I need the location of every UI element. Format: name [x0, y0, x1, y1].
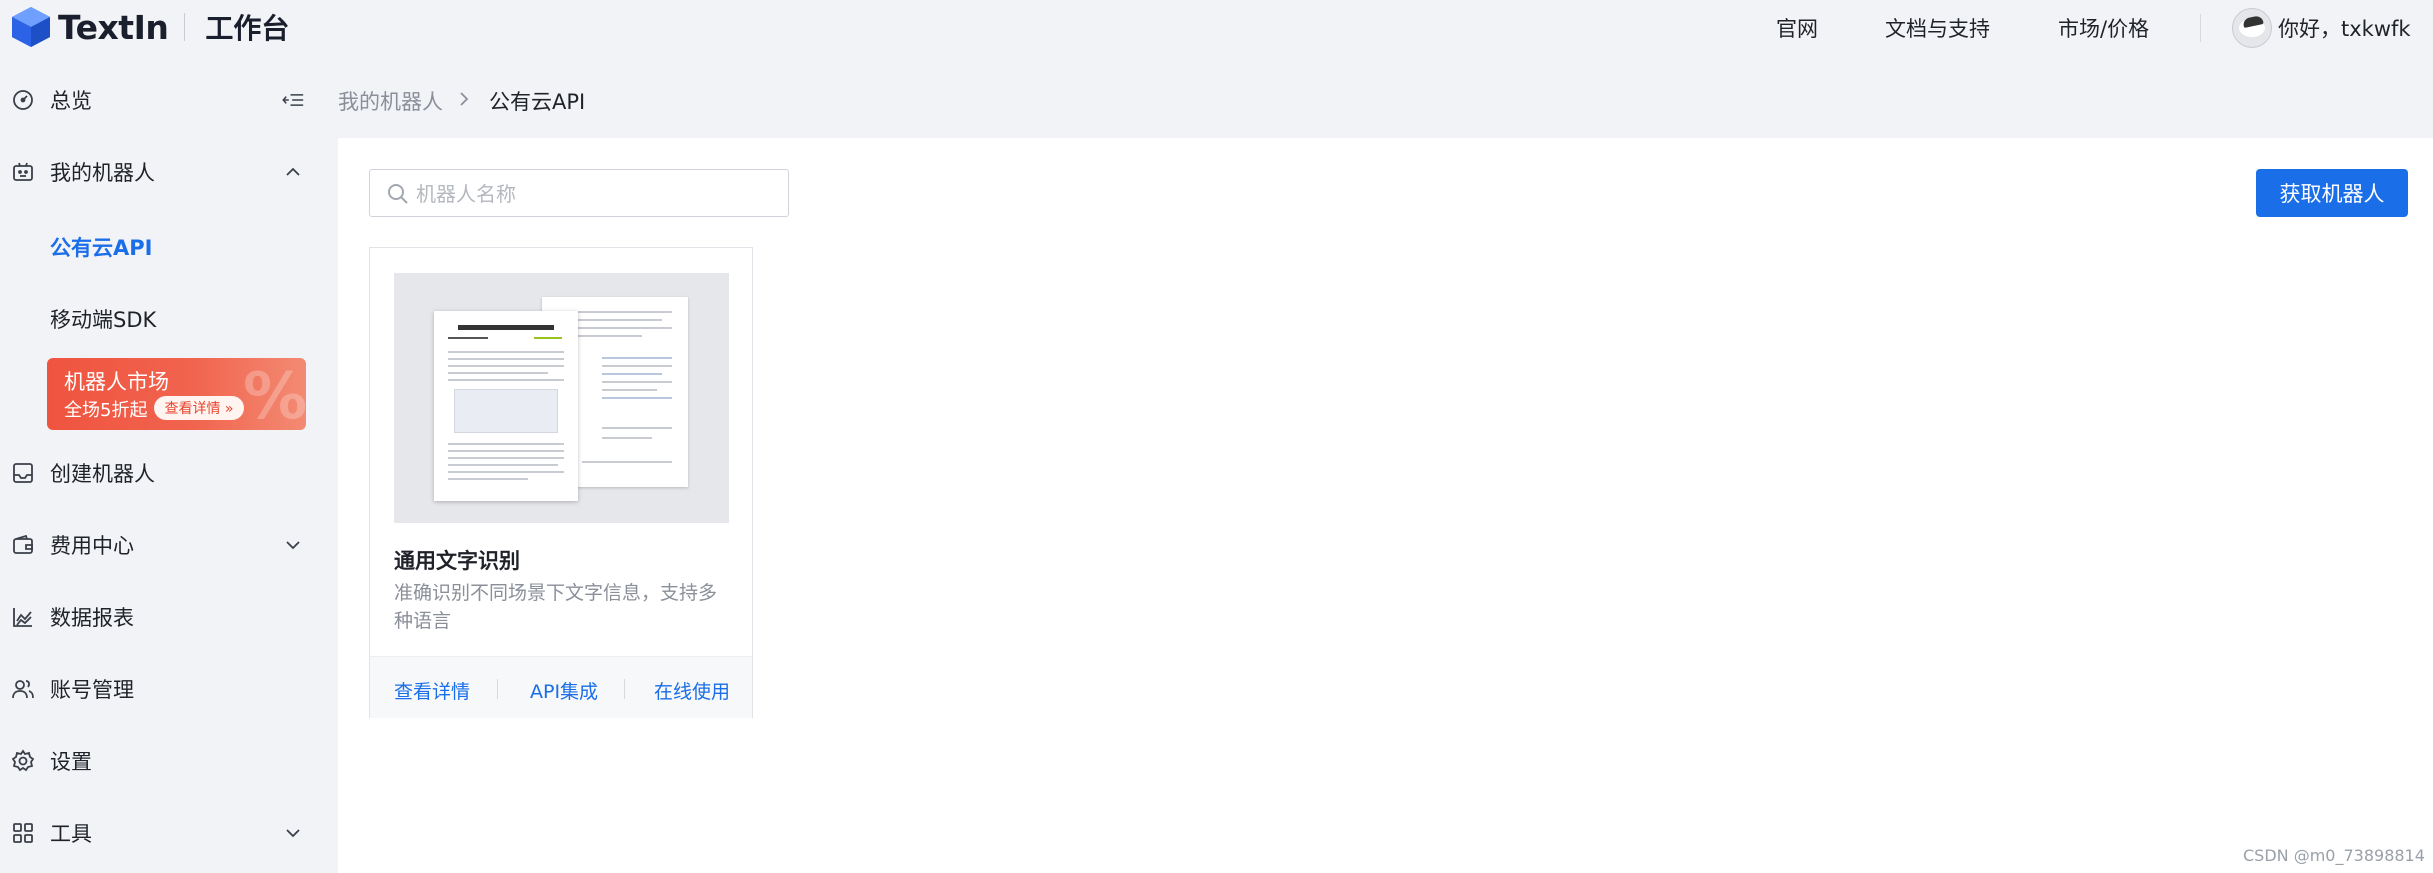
user-greeting: 你好，txkwfk [2278, 17, 2411, 41]
sidebar-item-tools[interactable]: 工具 [0, 805, 338, 861]
online-use-link[interactable]: 在线使用 [654, 677, 730, 704]
robot-icon [10, 159, 36, 185]
sidebar-item-label: 工具 [50, 822, 92, 846]
nav-link-market-pricing[interactable]: 市场/价格 [2058, 13, 2149, 43]
chevron-up-icon[interactable] [282, 161, 304, 183]
sidebar-item-create-robot[interactable]: 创建机器人 [0, 445, 338, 501]
sidebar-subitem-mobile-sdk[interactable]: 移动端SDK [50, 304, 156, 334]
sidebar-item-data-reports[interactable]: 数据报表 [0, 589, 338, 645]
users-icon [10, 676, 36, 702]
inbox-icon [10, 460, 36, 486]
breadcrumb: 我的机器人 公有云API [338, 56, 2433, 138]
logo-text: TextIn [58, 7, 169, 47]
logo-cube-icon [12, 7, 50, 47]
promo-details-button[interactable]: 查看详情 » [154, 396, 244, 420]
top-header: TextIn 工作台 官网 文档与支持 市场/价格 你好，txkwfk [0, 0, 2433, 56]
logo-subtitle: 工作台 [205, 12, 290, 45]
robot-card[interactable]: 通用文字识别 准确识别不同场景下文字信息，支持多种语言 查看详情 API集成 在… [369, 247, 753, 718]
percent-icon: % [243, 360, 306, 430]
logo-divider [184, 13, 186, 41]
sidebar: 总览 我的机器人 公有云API 移动端SDK % 机器人市场 全场5折起 查看详… [0, 56, 338, 873]
promo-banner-robot-market[interactable]: % 机器人市场 全场5折起 查看详情 » [47, 358, 306, 430]
breadcrumb-current: 公有云API [489, 90, 586, 114]
wallet-icon [10, 532, 36, 558]
chevron-down-icon[interactable] [282, 822, 304, 844]
card-description: 准确识别不同场景下文字信息，支持多种语言 [394, 582, 718, 632]
sidebar-item-label: 设置 [50, 750, 92, 774]
sidebar-subitem-public-cloud-api[interactable]: 公有云API [50, 232, 152, 262]
collapse-sidebar-icon[interactable] [282, 89, 304, 111]
action-divider [497, 679, 498, 699]
sidebar-item-label: 创建机器人 [50, 462, 155, 486]
action-divider [624, 679, 625, 699]
grid-icon [10, 820, 36, 846]
card-actions: 查看详情 API集成 在线使用 [370, 656, 752, 718]
nav-link-official-site[interactable]: 官网 [1776, 13, 1818, 43]
chevron-down-icon[interactable] [282, 534, 304, 556]
logo[interactable]: TextIn 工作台 [10, 4, 289, 50]
promo-subtitle: 全场5折起 [64, 400, 148, 421]
sidebar-item-label: 总览 [50, 89, 92, 113]
dashboard-icon [10, 87, 36, 113]
sidebar-item-label: 费用中心 [50, 534, 134, 558]
avatar[interactable] [2232, 8, 2272, 48]
api-integration-link[interactable]: API集成 [530, 677, 598, 704]
main-content: 获取机器人 [338, 138, 2433, 873]
search-input[interactable] [416, 178, 776, 210]
nav-link-docs-support[interactable]: 文档与支持 [1885, 13, 1990, 43]
get-robot-button[interactable]: 获取机器人 [2256, 169, 2408, 217]
watermark: CSDN @m0_73898814 [2243, 846, 2425, 865]
promo-title: 机器人市场 [64, 370, 169, 394]
search-icon [388, 184, 408, 204]
card-thumbnail [394, 273, 729, 523]
user-menu[interactable]: 你好，txkwfk [2232, 7, 2411, 49]
view-details-link[interactable]: 查看详情 [394, 677, 470, 704]
sidebar-item-label: 我的机器人 [50, 161, 155, 185]
gear-icon [10, 748, 36, 774]
nav-divider [2200, 14, 2201, 42]
chart-icon [10, 604, 36, 630]
breadcrumb-parent[interactable]: 我的机器人 [338, 86, 443, 116]
sidebar-item-label: 账号管理 [50, 678, 134, 702]
breadcrumb-separator-icon [458, 86, 470, 113]
sidebar-item-account[interactable]: 账号管理 [0, 661, 338, 717]
sidebar-item-my-robots[interactable]: 我的机器人 [0, 144, 338, 200]
sidebar-item-settings[interactable]: 设置 [0, 733, 338, 789]
robot-search[interactable] [369, 169, 789, 217]
card-title: 通用文字识别 [394, 549, 520, 573]
sidebar-item-label: 数据报表 [50, 606, 134, 630]
sidebar-item-billing[interactable]: 费用中心 [0, 517, 338, 573]
sidebar-item-overview[interactable]: 总览 [0, 72, 338, 128]
document-preview-front [434, 311, 578, 501]
